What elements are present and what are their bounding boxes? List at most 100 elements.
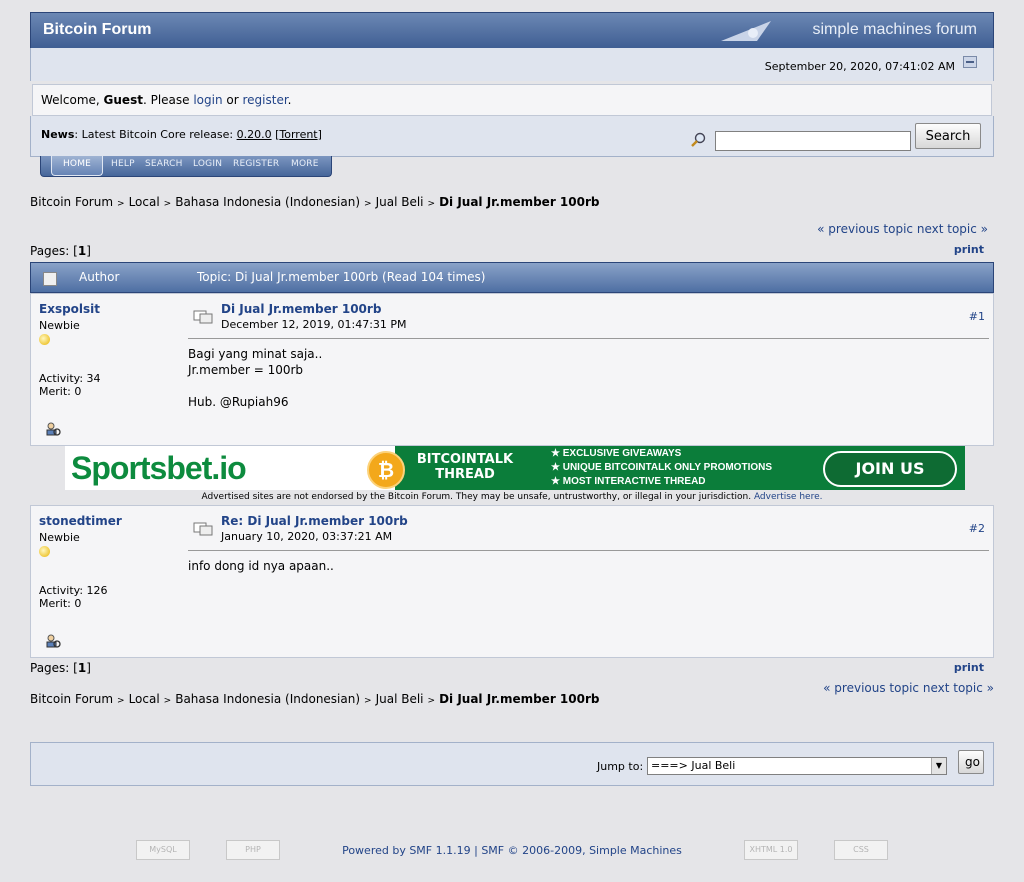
tab-home[interactable]: HOME (51, 156, 103, 176)
tab-help[interactable]: HELP (111, 159, 135, 169)
ad-brand: Sportsbet.io (71, 450, 247, 486)
ad-banner[interactable]: Sportsbet.io ₿ BITCOINTALK THREAD ★ EXCL… (65, 446, 965, 490)
forum-title: Bitcoin Forum (43, 21, 152, 38)
ad-item: ★ UNIQUE BITCOINTALK ONLY PROMOTIONS (551, 462, 773, 473)
news-bar: News: Latest Bitcoin Core release: 0.20.… (30, 116, 994, 157)
breadcrumb-sep: > (364, 199, 372, 209)
forum-header: Bitcoin Forum simple machines forum (30, 12, 994, 50)
author-column-header: Author (79, 270, 120, 284)
powered-by-link[interactable]: Powered by SMF 1.1.19 (342, 844, 471, 857)
bitcoin-coin-icon: ₿ (367, 451, 405, 489)
jump-selected-value: ===> Jual Beli (651, 759, 736, 772)
news-version-link[interactable]: 0.20.0 (237, 128, 272, 141)
topic-header: Author Topic: Di Jual Jr.member 100rb (R… (30, 262, 994, 293)
view-profile-icon[interactable] (45, 421, 61, 437)
pages-label: Pages: [ (30, 244, 78, 258)
news-label: News (41, 128, 75, 141)
view-profile-icon[interactable] (45, 633, 61, 649)
post-author[interactable]: stonedtimer (39, 514, 122, 528)
post-body-line: Bagi yang minat saja.. (188, 347, 323, 361)
breadcrumb-link[interactable]: Bitcoin Forum (30, 195, 113, 209)
breadcrumb-link[interactable]: Jual Beli (376, 692, 424, 706)
login-link[interactable]: login (193, 93, 222, 107)
breadcrumb: Bitcoin Forum > Local > Bahasa Indonesia (In… (30, 195, 599, 209)
post-body: Bagi yang minat saja.. Jr.member = 100rb… (188, 346, 322, 410)
breadcrumb-sep: > (163, 199, 172, 209)
breadcrumb-link[interactable]: Jual Beli (376, 195, 424, 209)
jump-bar: Jump to: ===> Jual Beli ▼ go (30, 742, 994, 786)
post-title[interactable]: Re: Di Jual Jr.member 100rb (221, 514, 408, 528)
post-date: January 10, 2020, 03:37:21 AM (221, 530, 393, 543)
go-button[interactable]: go (958, 750, 984, 774)
pages-label: Pages: [ (30, 661, 78, 675)
breadcrumb-link[interactable]: Local (129, 692, 160, 706)
tab-login[interactable]: LOGIN (193, 159, 222, 169)
jump-select[interactable]: ===> Jual Beli ▼ (647, 757, 947, 775)
post-number[interactable]: #2 (969, 522, 985, 535)
css-badge[interactable]: CSS (834, 840, 888, 860)
next-topic-link[interactable]: next topic » (917, 222, 988, 236)
breadcrumb-current[interactable]: Di Jual Jr.member 100rb (439, 195, 599, 209)
next-topic-link[interactable]: next topic » (923, 681, 994, 695)
post-author-merit: Merit: 0 (39, 385, 82, 398)
news-bracket-close: ] (317, 128, 322, 141)
breadcrumb-sep: > (163, 696, 172, 706)
post-body-line: Jr.member = 100rb (188, 363, 304, 377)
post-body-line: info dong id nya apaan.. (188, 559, 334, 573)
ad-join-button[interactable]: JOIN US (823, 451, 957, 487)
ad-thread-label: BITCOINTALK THREAD (416, 452, 514, 482)
pagination: Pages: [1] (30, 244, 91, 258)
breadcrumb-sep: > (117, 696, 125, 706)
breadcrumb-sep: > (427, 696, 436, 706)
search-button[interactable]: Search (915, 123, 981, 149)
welcome-mid: . Please (142, 93, 194, 107)
post-number[interactable]: #1 (969, 310, 985, 323)
previous-topic-link[interactable]: « previous topic (823, 681, 919, 695)
breadcrumb-link[interactable]: Bahasa Indonesia (Indonesian) (175, 195, 360, 209)
chevron-down-icon[interactable]: ▼ (931, 758, 946, 774)
news-body: : Latest Bitcoin Core release: (74, 128, 237, 141)
collapse-header-icon[interactable] (963, 56, 977, 68)
breadcrumb-link[interactable]: Local (129, 195, 160, 209)
copyright-link[interactable]: SMF © 2006-2009, Simple Machines (481, 844, 682, 857)
rank-star-icon (39, 334, 50, 345)
welcome-end: . (287, 93, 292, 107)
register-link[interactable]: register (242, 93, 287, 107)
advertise-link[interactable]: Advertise here. (754, 492, 823, 502)
jump-label: Jump to: (597, 760, 644, 773)
smf-logo-icon (721, 21, 771, 41)
print-link[interactable]: print (954, 243, 984, 256)
welcome-text: Welcome, Guest. Please login or register… (41, 93, 292, 107)
smf-logo: simple machines forum (812, 21, 978, 38)
pagination: Pages: [1] (30, 661, 91, 675)
ad-item: ★ EXCLUSIVE GIVEAWAYS (551, 448, 682, 459)
post-author-merit: Merit: 0 (39, 597, 82, 610)
breadcrumb-link[interactable]: Bitcoin Forum (30, 692, 113, 706)
post-icon (193, 522, 213, 536)
post: stonedtimer Newbie Activity: 126 Merit: … (30, 505, 994, 658)
previous-topic-link[interactable]: « previous topic (817, 222, 913, 236)
xhtml-badge[interactable]: XHTML 1.0 (744, 840, 798, 860)
post-author[interactable]: Exspolsit (39, 302, 100, 316)
tab-search[interactable]: SEARCH (145, 159, 183, 169)
guest-name: Guest (103, 93, 143, 107)
print-link[interactable]: print (954, 661, 984, 674)
topic-nav: « previous topic next topic » (823, 681, 994, 695)
post-body-line: Hub. @Rupiah96 (188, 395, 289, 409)
post-body-line (188, 378, 322, 394)
search-icon (691, 132, 706, 147)
post-author-rank: Newbie (39, 531, 80, 544)
tab-register[interactable]: REGISTER (233, 159, 279, 169)
breadcrumb-current[interactable]: Di Jual Jr.member 100rb (439, 692, 599, 706)
welcome-or: or (222, 93, 243, 107)
rank-star-icon (39, 546, 50, 557)
post-title[interactable]: Di Jual Jr.member 100rb (221, 302, 381, 316)
breadcrumb-link[interactable]: Bahasa Indonesia (Indonesian) (175, 692, 360, 706)
tab-more[interactable]: MORE (291, 159, 319, 169)
current-date: September 20, 2020, 07:41:02 AM (764, 60, 955, 73)
breadcrumb: Bitcoin Forum > Local > Bahasa Indonesia (In… (30, 692, 599, 706)
post-body: info dong id nya apaan.. (188, 558, 334, 574)
news-torrent-link[interactable]: Torrent (279, 128, 317, 141)
search-input[interactable] (715, 131, 911, 151)
topic-title-header: Topic: Di Jual Jr.member 100rb (Read 104… (197, 270, 486, 284)
